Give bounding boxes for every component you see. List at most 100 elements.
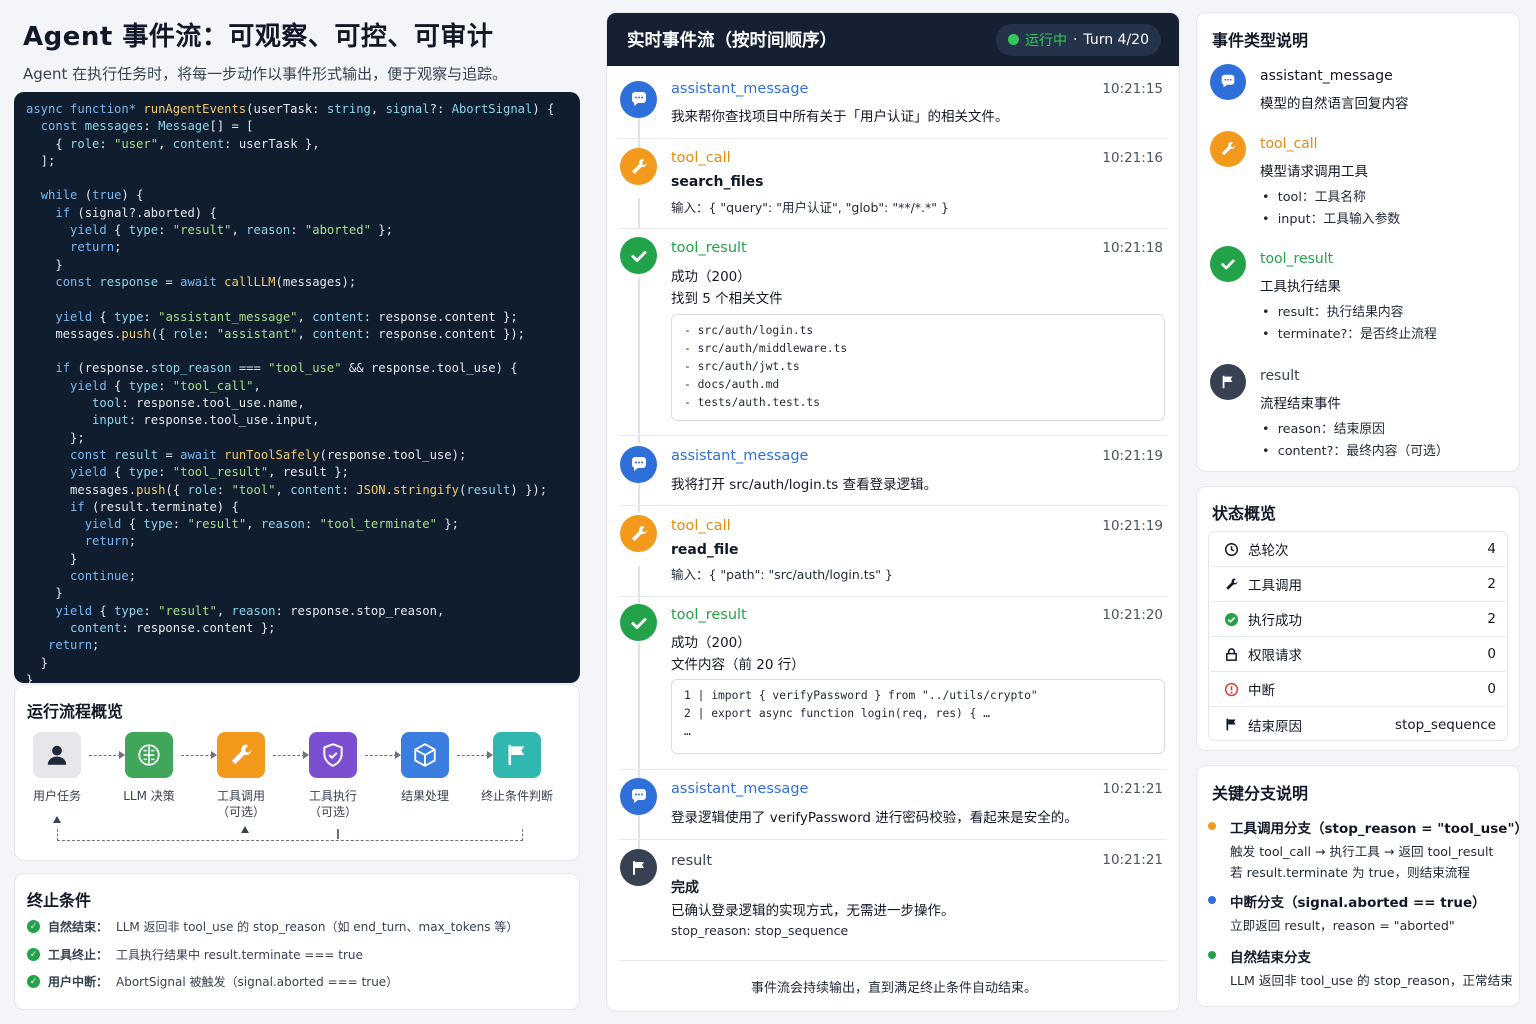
event-type: tool_result: [671, 607, 747, 623]
timeline-line: [638, 278, 640, 443]
status-label: 执行成功: [1248, 613, 1302, 629]
event-types-title: 事件类型说明: [1212, 31, 1309, 50]
check-icon: ✓: [27, 975, 40, 988]
stop-reason: stop_reason: stop_sequence: [671, 923, 849, 938]
event-type: result: [671, 853, 713, 869]
divider: [619, 505, 1167, 506]
termination-item: ✓ 工具终止： 工具执行结果中 result.terminate === true: [27, 946, 363, 963]
branch-line: LLM 返回非 tool_use 的 stop_reason，正常结束: [1230, 973, 1513, 988]
flow-step-label: 结果处理: [400, 789, 449, 803]
check-circle-icon: [620, 604, 657, 641]
flow-step-label: 终止条件判断: [480, 789, 553, 803]
branches-title: 关键分支说明: [1212, 784, 1309, 803]
tool-name: search_files: [671, 174, 764, 190]
loop-arrow-up: [241, 826, 249, 833]
left-column: Agent 事件流：可观察、可控、可审计 Agent 在执行任务时，将每一步动作…: [14, 10, 580, 84]
code-block: async function* runAgentEvents(userTask:…: [26, 102, 555, 683]
output-line: - src/auth/middleware.ts: [684, 342, 848, 355]
branch-title: 工具调用分支（stop_reason = "tool_use"）: [1230, 821, 1528, 837]
event-time: 10:21:20: [1102, 607, 1163, 623]
shield-icon: [309, 732, 357, 778]
type-name: tool_result: [1260, 251, 1334, 267]
flow-step-label: 用户任务: [32, 789, 81, 803]
lock-icon: [1222, 647, 1240, 662]
event-type: tool_call: [671, 150, 731, 166]
branch-line: 触发 tool_call → 执行工具 → 返回 tool_result: [1230, 844, 1494, 859]
event-text: 登录逻辑使用了 verifyPassword 进行密码校验，看起来是安全的。: [671, 810, 1078, 826]
event-type: tool_result: [671, 240, 747, 256]
flow-step: 用户任务: [15, 732, 99, 804]
run-status: 运行中: [1024, 32, 1067, 49]
divider: [619, 960, 1167, 961]
flow-step-label: 工具调用 （可选）: [216, 789, 265, 819]
clock-icon: [1222, 542, 1240, 557]
type-desc: 流程结束事件: [1260, 396, 1341, 412]
event-stream-header: 实时事件流（按时间顺序） 运行中 · Turn 4/20: [607, 13, 1179, 66]
output-line: …: [684, 725, 691, 738]
chat-bubble-icon: [620, 778, 657, 815]
loop-tick: [337, 829, 339, 839]
status-value: stop_sequence: [1395, 716, 1496, 733]
run-status-pill: 运行中 · Turn 4/20: [995, 23, 1161, 56]
termination-text: LLM 返回非 tool_use 的 stop_reason（如 end_tur…: [116, 920, 519, 934]
flow-title: 运行流程概览: [27, 702, 124, 721]
timeline-line: [638, 198, 640, 228]
status-value: 0: [1487, 681, 1496, 697]
result-summary: 找到 5 个相关文件: [671, 291, 783, 307]
output-line: 1 | import { verifyPassword } from "../u…: [684, 689, 1038, 702]
output-line: 2 | export async function login(req, res…: [684, 707, 991, 720]
turn-counter: Turn 4/20: [1083, 31, 1149, 48]
chat-bubble-icon: [620, 81, 657, 118]
event-stream-panel: 实时事件流（按时间顺序） 运行中 · Turn 4/20 assistant_m…: [606, 12, 1180, 1012]
output-line: - tests/auth.test.ts: [684, 396, 821, 409]
termination-label: 工具终止：: [48, 948, 109, 962]
termination-text: AbortSignal 被触发（signal.aborted === true）: [116, 975, 399, 989]
status-row: 中断 0: [1210, 672, 1506, 707]
status-row: 执行成功 2: [1210, 602, 1506, 637]
termination-label: 自然结束：: [48, 920, 109, 934]
event-text: 我来帮你查找项目中所有关于「用户认证」的相关文件。: [671, 109, 1009, 125]
flow-arrow: [365, 751, 401, 759]
chat-bubble-icon: [1210, 64, 1246, 100]
result-status: 成功（200）: [671, 269, 751, 285]
status-value: 2: [1487, 576, 1496, 592]
status-value: 4: [1487, 541, 1496, 557]
type-bullet: • tool：工具名称: [1262, 190, 1366, 205]
event-text: 我将打开 src/auth/login.ts 查看登录逻辑。: [671, 477, 938, 493]
file-content-box: 1 | import { verifyPassword } from "../u…: [671, 679, 1165, 754]
type-desc: 模型请求调用工具: [1260, 164, 1368, 180]
termination-label: 用户中断：: [48, 975, 109, 989]
flow-step: LLM 决策: [107, 732, 191, 804]
wrench-icon: [217, 732, 265, 778]
user-icon: [33, 732, 81, 778]
divider: [619, 435, 1167, 436]
status-label: 总轮次: [1248, 543, 1289, 559]
event-time: 10:21:16: [1102, 150, 1163, 166]
status-label: 工具调用: [1248, 578, 1302, 594]
result-status: 成功（200）: [671, 635, 751, 651]
tool-name: read_file: [671, 542, 739, 558]
result-output-box: - src/auth/login.ts - src/auth/middlewar…: [671, 314, 1165, 421]
flag-icon: [1210, 364, 1246, 400]
output-line: - src/auth/jwt.ts: [684, 360, 800, 373]
status-overview-title: 状态概览: [1212, 504, 1277, 523]
event-time: 10:21:21: [1102, 781, 1163, 797]
divider: [619, 228, 1167, 229]
code-panel: async function* runAgentEvents(userTask:…: [14, 92, 580, 683]
brain-icon: [125, 732, 173, 778]
wrench-icon: [1210, 131, 1246, 167]
branch-title: 自然结束分支: [1230, 950, 1311, 966]
flow-step: 结果处理: [383, 732, 467, 804]
result-status: 完成: [671, 880, 699, 896]
flag-icon: [620, 849, 657, 886]
status-value: 2: [1487, 611, 1496, 627]
branch-title: 中断分支（signal.aborted == true）: [1230, 895, 1486, 911]
wrench-icon: [620, 515, 657, 552]
status-row: 结束原因 stop_sequence: [1210, 707, 1506, 742]
check-icon: [1222, 612, 1240, 627]
stream-footer: 事件流会持续输出，直到满足终止条件自动结束。: [750, 981, 1037, 996]
event-text: 已确认登录逻辑的实现方式，无需进一步操作。: [671, 903, 955, 919]
wrench-icon: [620, 148, 657, 185]
type-desc: 工具执行结果: [1260, 279, 1341, 295]
flow-step-label: 工具执行 （可选）: [308, 789, 357, 819]
